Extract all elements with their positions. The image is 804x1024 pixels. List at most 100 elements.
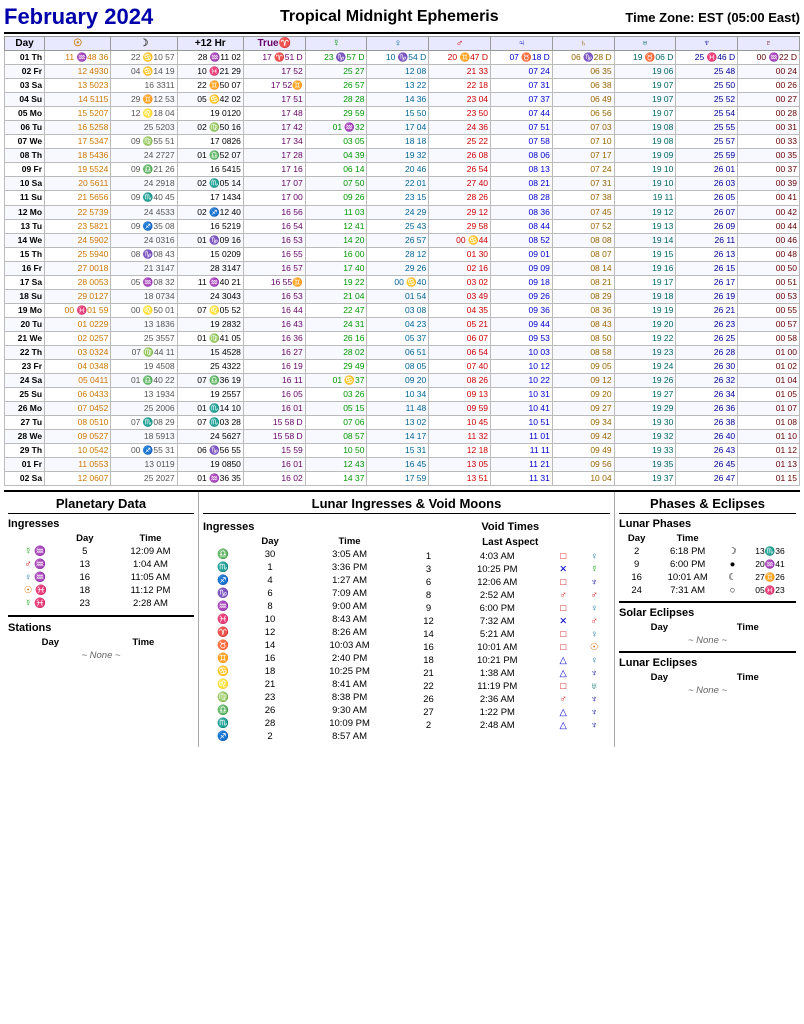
cal-cell: 25 ♓46 D <box>676 51 738 65</box>
cal-cell: 24 31 <box>305 317 367 331</box>
cal-cell: 16 43 <box>243 317 305 331</box>
cal-cell: 16 53 <box>243 289 305 303</box>
lunar-phase-row: 96:00 PM●20♒41 <box>619 558 796 571</box>
cal-cell: 01 00 <box>738 345 800 359</box>
cal-cell: 26 15 <box>676 261 738 275</box>
lp-detail: 13♏36 <box>744 545 796 558</box>
bottom-section: Planetary Data Ingresses Day Time ☿ ♒512… <box>4 490 800 747</box>
cal-cell: 13 0119 <box>111 458 177 472</box>
lunar-ingress-row: ♉1410:03 AM <box>203 639 403 652</box>
table-row: 06 Tu16 525825 520302 ♍50 1617 4201 ♒321… <box>5 121 800 135</box>
cal-cell: 10 ♓21 29 <box>177 65 243 79</box>
cal-cell: 24 Sa <box>5 374 45 388</box>
cal-cell: 09 18 <box>491 275 553 289</box>
cal-cell: 28 3147 <box>177 261 243 275</box>
cal-cell: 19 10 <box>614 177 676 191</box>
li-day-val: 30 <box>243 548 296 561</box>
cal-cell: 16 01 <box>243 402 305 416</box>
cal-cell: 03 08 <box>367 303 429 317</box>
cal-cell: 01 15 <box>738 472 800 486</box>
planetary-ingress-row: ♀ ♒1611:05 AM <box>8 571 194 584</box>
cal-cell: 29 49 <box>305 360 367 374</box>
cal-cell: 00 28 <box>738 107 800 121</box>
cal-cell: 15 5207 <box>45 107 111 121</box>
table-row: 03 Sa13 502316 331122 ♊50 0717 52♊26 571… <box>5 79 800 93</box>
void-time-row: 612:06 AM□♆ <box>411 576 611 589</box>
pi-symbol: ☿ ♓ <box>8 597 63 610</box>
cal-cell: 28 02 <box>305 345 367 359</box>
cal-cell: 07 44 <box>491 107 553 121</box>
table-row: 01 Fr11 055313 011919 085016 0112 4316 4… <box>5 458 800 472</box>
cal-cell: 17 59 <box>367 472 429 486</box>
col-uranus: ♅ <box>614 37 676 51</box>
cal-cell: 08 43 <box>552 317 614 331</box>
li-sign-sym: ♍ <box>203 691 243 704</box>
cal-cell: 11 31 <box>491 472 553 486</box>
cal-cell: 16 55♊ <box>243 275 305 289</box>
cal-cell: 19 0120 <box>177 107 243 121</box>
cal-cell: 26 25 <box>676 331 738 345</box>
cal-cell: 00 48 <box>738 247 800 261</box>
cal-cell: 06 51 <box>367 345 429 359</box>
cal-cell: 25 4322 <box>177 360 243 374</box>
table-row: 12 Mo22 573924 453302 ♐12 4016 5611 0324… <box>5 205 800 219</box>
cal-cell: 25 54 <box>676 107 738 121</box>
pi-time: 1:04 AM <box>107 558 194 571</box>
cal-cell: 26 38 <box>676 416 738 430</box>
pi-day: 13 <box>63 558 107 571</box>
col-day: Day <box>5 37 45 51</box>
cal-cell: 01 10 <box>738 430 800 444</box>
cal-cell: 00 42 <box>738 205 800 219</box>
cal-cell: 07 50 <box>305 177 367 191</box>
cal-cell: 00 27 <box>738 93 800 107</box>
col-true: True♈ <box>243 37 305 51</box>
cal-cell: 11 11 <box>491 444 553 458</box>
void-time-row: 211:38 AM△♆ <box>411 667 611 680</box>
cal-cell: 07 ♍44 11 <box>111 345 177 359</box>
vt-aspect: △ <box>548 654 578 667</box>
planetary-ingress-row: ☿ ♒512:09 AM <box>8 545 194 558</box>
lp-time-val: 10:01 AM <box>654 571 721 584</box>
cal-cell: 26 19 <box>676 289 738 303</box>
vt-planet: ♀ <box>578 550 610 563</box>
pi-time: 11:05 AM <box>107 571 194 584</box>
lp-time-val: 7:31 AM <box>654 584 721 597</box>
cal-cell: 03 26 <box>305 388 367 402</box>
table-row: 23 Fr04 034819 450825 432216 1929 4908 0… <box>5 360 800 374</box>
se-time: Time <box>700 621 796 634</box>
cal-cell: 11 Su <box>5 191 45 205</box>
vt-time: 1:38 AM <box>447 667 548 680</box>
cal-cell: 01 02 <box>738 360 800 374</box>
cal-cell: 18 0734 <box>111 289 177 303</box>
cal-cell: 00 ♐55 31 <box>111 444 177 458</box>
cal-cell: 16 5415 <box>177 163 243 177</box>
cal-cell: 17 ♈51 D <box>243 51 305 65</box>
lp-sym: ☾ <box>721 571 744 584</box>
cal-cell: 16 11 <box>243 374 305 388</box>
li-sign-sym: ♉ <box>203 639 243 652</box>
cal-cell: 01 ♍41 05 <box>177 331 243 345</box>
li-day-val: 6 <box>243 587 296 600</box>
li-time-val: 2:40 PM <box>297 652 403 665</box>
cal-cell: 22 18 <box>429 79 491 93</box>
table-row: 22 Th03 032407 ♍44 1115 452816 2728 0206… <box>5 345 800 359</box>
cal-cell: 19 10 <box>614 163 676 177</box>
table-row: 19 Mo00 ♓01 5900 ♌50 0107 ♌05 5216 4422 … <box>5 303 800 317</box>
cal-cell: 05 Mo <box>5 107 45 121</box>
lp-day-val: 16 <box>619 571 654 584</box>
cal-cell: 25 3557 <box>111 331 177 345</box>
pi-day: 16 <box>63 571 107 584</box>
cal-cell: 19 22 <box>305 275 367 289</box>
vt-aspect: □ <box>548 550 578 563</box>
cal-cell: 26 57 <box>305 79 367 93</box>
lp-time-val: 6:00 PM <box>654 558 721 571</box>
cal-cell: 25 2027 <box>111 472 177 486</box>
table-row: 18 Su29 012718 073424 304316 5321 0401 5… <box>5 289 800 303</box>
void-title: Void Times <box>411 521 611 533</box>
cal-cell: 16 19 <box>243 360 305 374</box>
cal-cell: 09 ♍55 51 <box>111 135 177 149</box>
cal-cell: 24 36 <box>429 121 491 135</box>
cal-cell: 02 ♏05 14 <box>177 177 243 191</box>
li-day-val: 18 <box>243 665 296 678</box>
vt-time: 4:03 AM <box>447 550 548 563</box>
